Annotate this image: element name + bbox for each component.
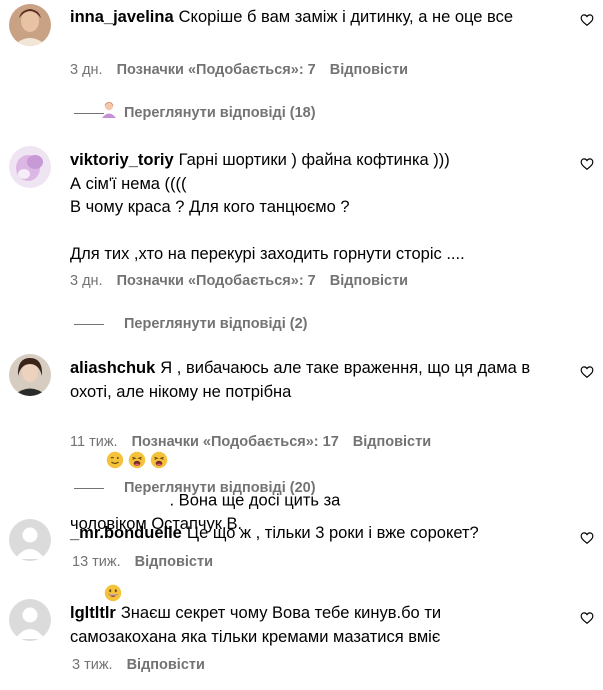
comment-username[interactable]: inna_javelina [70, 8, 174, 26]
comment-username[interactable]: _mr.bonduelle [70, 524, 182, 542]
likes-count-link[interactable]: Позначки «Подобається»: 7 [117, 273, 316, 289]
comment-body: Скоріше б вам заміж і дитинку, а не оце … [178, 8, 514, 26]
winking-face-emoji-icon [106, 404, 124, 469]
heart-outline-icon [580, 14, 594, 26]
likes-count-link[interactable]: Позначки «Подобається»: 17 [132, 434, 339, 450]
profile-photo-icon [9, 4, 51, 46]
heart-outline-icon [580, 366, 594, 378]
comment-body: А сім'ї нема (((( [70, 174, 187, 193]
likes-count-link[interactable]: Позначки «Подобається»: 7 [117, 62, 316, 78]
avatar[interactable] [9, 519, 51, 561]
heart-outline-icon [580, 612, 594, 624]
reply-button[interactable]: Відповісти [330, 62, 408, 78]
profile-photo-icon [9, 146, 51, 188]
comment-meta: 3 тиж. Відповісти [72, 657, 205, 673]
comment-body: Це що ж , тільки 3 роки і вже сорокет? [186, 524, 479, 542]
avatar[interactable] [9, 354, 51, 396]
comment-meta: 11 тиж. Позначки «Подобається»: 17 Відпові… [70, 434, 431, 450]
comment-body: Знаєш секрет чому Вова тебе кинув.бо ти [120, 604, 442, 622]
view-replies-label: Переглянути відповіді (18) [124, 105, 316, 121]
divider [74, 323, 104, 325]
comment-body: В чому краса ? Для кого танцюємо ? [70, 198, 350, 216]
view-replies-label: Переглянути відповіді (2) [124, 316, 308, 332]
comment-body: охоті, але нікому не потрібна [70, 382, 292, 401]
comment-body: Гарні шортики ) файна кофтинка ))) [178, 151, 450, 169]
comment-text: _mr.bonduelle Це що ж , тільки 3 роки і в… [70, 522, 575, 546]
exhausted-face-emoji-icon [150, 404, 168, 469]
comment-text: lgltltlr Знаєш секрет чому Вова тебе кину… [70, 602, 575, 649]
like-button[interactable] [580, 365, 594, 379]
comment-age: 3 тиж. [72, 657, 113, 673]
avatar[interactable] [9, 146, 51, 188]
reply-button[interactable]: Відповісти [330, 273, 408, 289]
view-replies-label: Переглянути відповіді (20) [124, 480, 316, 496]
default-avatar-icon [9, 519, 51, 561]
view-replies-button[interactable]: Переглянути відповіді (20) [74, 480, 316, 496]
like-button[interactable] [580, 611, 594, 625]
heart-outline-icon [580, 158, 594, 170]
default-avatar-icon [9, 599, 51, 641]
like-button[interactable] [580, 531, 594, 545]
view-replies-button[interactable]: Переглянути відповіді (2) [74, 316, 308, 332]
comment-text: viktoriy_toriy Гарні шортики ) файна кофт… [70, 149, 575, 267]
comment-blank-line [70, 220, 575, 244]
reply-button[interactable]: Відповісти [353, 434, 431, 450]
reply-button[interactable]: Відповісти [135, 554, 213, 570]
like-button[interactable] [580, 13, 594, 27]
comment-meta: 3 дн. Позначки «Подобається»: 7 Відповісти [70, 62, 408, 78]
profile-photo-icon [9, 354, 51, 396]
exhausted-face-emoji-icon [128, 404, 146, 469]
like-button[interactable] [580, 157, 594, 171]
comment-age: 13 тиж. [72, 554, 121, 570]
comment-age: 3 дн. [70, 273, 103, 289]
comment-username[interactable]: lgltltlr [70, 604, 116, 622]
comment-meta: 3 дн. Позначки «Подобається»: 7 Відповісти [70, 273, 408, 289]
comment-username[interactable]: aliashchuk [70, 359, 155, 377]
comment-age: 11 тиж. [70, 434, 118, 450]
reply-button[interactable]: Відповісти [127, 657, 205, 673]
avatar[interactable] [9, 599, 51, 641]
comment-body: Для тих ,хто на перекурі заходить горнут… [70, 245, 465, 263]
heart-outline-icon [580, 532, 594, 544]
comment-meta: 13 тиж. Відповісти [72, 554, 213, 570]
comment-username[interactable]: viktoriy_toriy [70, 151, 174, 169]
comment-age: 3 дн. [70, 62, 103, 78]
comment-body: самозакохана яка тільки кремами мазатися… [70, 627, 441, 646]
avatar[interactable] [9, 4, 51, 46]
divider [74, 112, 104, 114]
comment-body: Я , вибачаюсь але таке враження, що ця д… [160, 359, 531, 377]
divider [74, 487, 104, 489]
view-replies-button[interactable]: Переглянути відповіді (18) [74, 105, 316, 121]
